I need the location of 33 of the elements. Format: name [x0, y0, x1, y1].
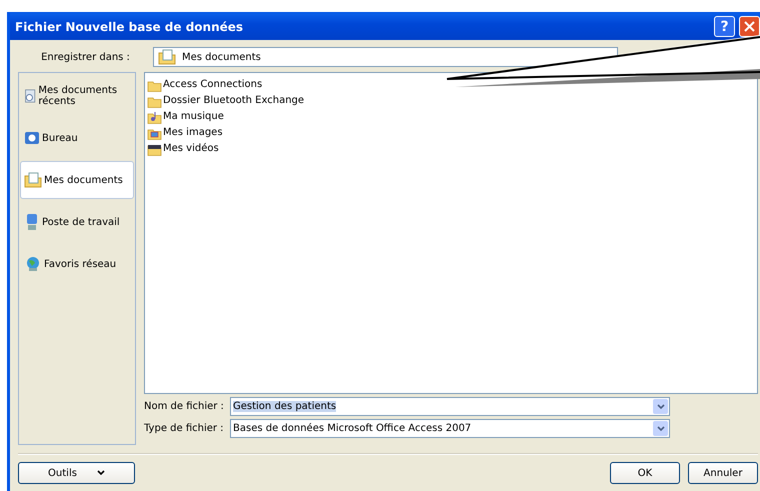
caret-icon: [656, 404, 664, 410]
places-item[interactable]: Bureau: [20, 119, 134, 157]
file-name-field[interactable]: Gestion des patients: [230, 397, 670, 416]
file-type-dropdown[interactable]: Bases de données Microsoft Office Access 2007: [230, 419, 670, 438]
documents-folder-icon: [158, 49, 176, 65]
places-item[interactable]: Mes documents: [20, 161, 134, 199]
file-item[interactable]: Access Connections: [163, 79, 262, 90]
file-item[interactable]: Mes images: [163, 127, 223, 138]
ok-button[interactable]: OK: [610, 462, 680, 484]
music-folder-icon: [147, 110, 162, 124]
documents-folder-icon: [24, 172, 42, 188]
close-button[interactable]: [739, 16, 760, 37]
tools-button[interactable]: Outils: [18, 462, 135, 484]
places-item[interactable]: Favoris réseau: [20, 245, 134, 283]
places-item[interactable]: Poste de travail: [20, 203, 134, 241]
file-item[interactable]: Ma musique: [163, 111, 224, 122]
file-item[interactable]: Mes vidéos: [163, 143, 219, 154]
desktop-icon: [24, 130, 40, 146]
computer-icon: [24, 213, 40, 231]
file-type-label: Type de fichier :: [144, 423, 225, 434]
file-item[interactable]: Dossier Bluetooth Exchange: [163, 95, 304, 106]
save-in-label: Enregistrer dans :: [40, 52, 131, 62]
cancel-button[interactable]: Annuler: [688, 462, 758, 484]
close-icon: [744, 21, 755, 32]
save-in-dropdown[interactable]: Mes documents: [153, 47, 618, 67]
recent-documents-icon: [24, 87, 36, 105]
caret-icon: [656, 426, 664, 432]
window-title: Fichier Nouvelle base de données: [15, 20, 244, 34]
network-globe-icon: [24, 256, 42, 272]
places-item[interactable]: Mes documents récents: [20, 77, 134, 115]
caret-icon: [96, 470, 105, 476]
help-button[interactable]: ?: [714, 16, 735, 37]
file-name-label: Nom de fichier :: [144, 401, 225, 412]
